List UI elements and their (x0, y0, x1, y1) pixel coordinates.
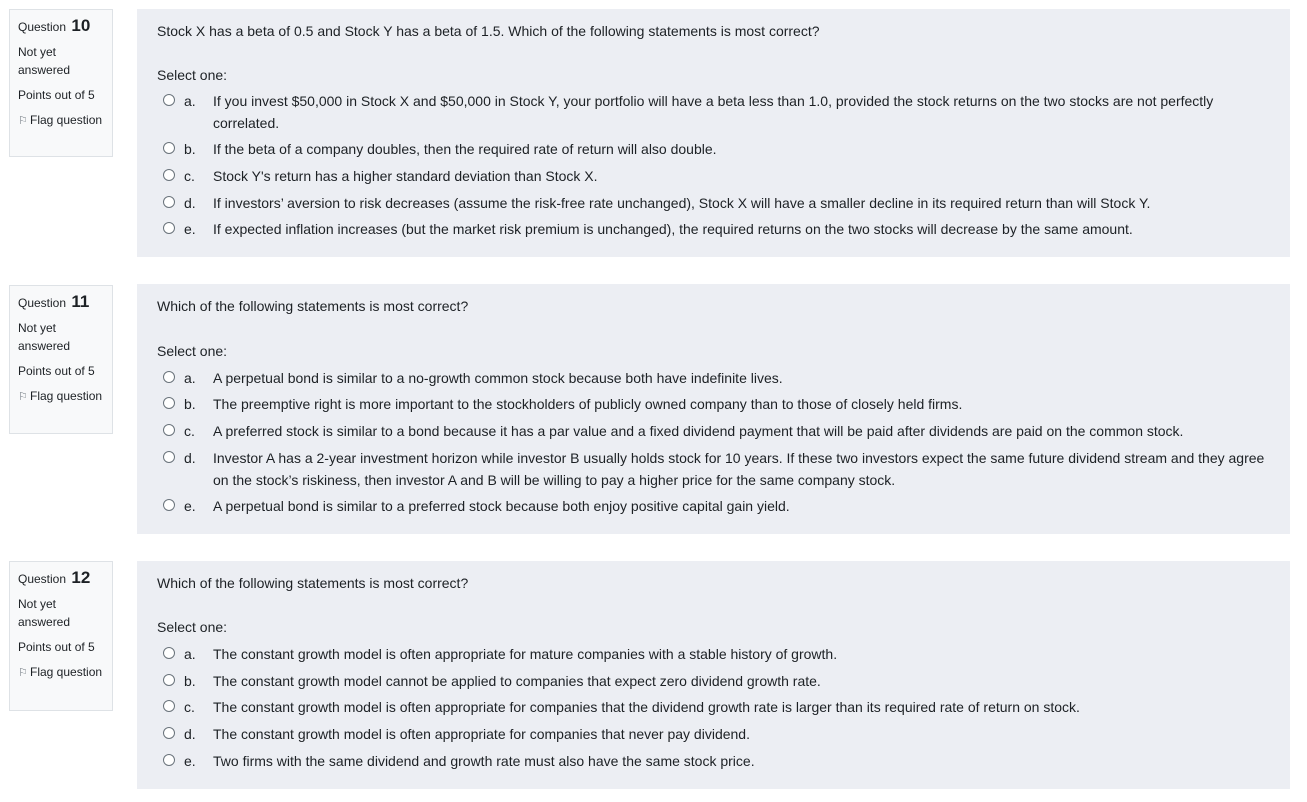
radio-button[interactable] (163, 451, 175, 463)
question-content: Which of the following statements is mos… (137, 284, 1290, 534)
question-text: Which of the following statements is mos… (157, 298, 469, 314)
answer-letter: a. (184, 370, 196, 386)
question-info: Question 12 Not yet answered Points out … (9, 561, 113, 711)
flag-question-button[interactable]: ⚐ Flag question (18, 111, 104, 130)
answer-letter: d. (184, 195, 196, 211)
question-grade: Points out of 5 (18, 364, 95, 378)
answer-letter: a. (184, 93, 196, 109)
radio-button[interactable] (163, 222, 175, 234)
question-info: Question 11 Not yet answered Points out … (9, 285, 113, 434)
answer-text: A perpetual bond is similar to a no-grow… (213, 370, 783, 386)
radio-button[interactable] (163, 371, 175, 383)
answer-text: The constant growth model cannot be appl… (213, 673, 821, 689)
answer-letter: b. (184, 396, 196, 412)
answer-text: Investor A has a 2-year investment horiz… (213, 450, 1265, 488)
question-number: Question 12 (18, 568, 91, 587)
answer-letter: c. (184, 423, 195, 439)
radio-button[interactable] (163, 94, 175, 106)
answer-letter: b. (184, 673, 196, 689)
radio-button[interactable] (163, 700, 175, 712)
answer-text: A preferred stock is similar to a bond b… (213, 423, 1184, 439)
answer-letter: d. (184, 726, 196, 742)
flag-icon: ⚐ (18, 391, 28, 403)
flag-question-button[interactable]: ⚐ Flag question (18, 663, 104, 682)
radio-button[interactable] (163, 499, 175, 511)
question-number: Question 11 (18, 292, 90, 311)
question-state: Not yet answered (18, 597, 71, 629)
radio-button[interactable] (163, 424, 175, 436)
answer-text: If the beta of a company doubles, then t… (213, 141, 717, 157)
select-one-prompt: Select one: (157, 619, 228, 635)
question-state: Not yet answered (18, 45, 71, 77)
radio-button[interactable] (163, 754, 175, 766)
answer-letter: b. (184, 141, 196, 157)
answer-text: If investors’ aversion to risk decreases… (213, 195, 1151, 211)
flag-icon: ⚐ (18, 115, 28, 127)
question-text: Stock X has a beta of 0.5 and Stock Y ha… (157, 23, 820, 39)
select-one-prompt: Select one: (157, 343, 228, 359)
question-state: Not yet answered (18, 321, 71, 353)
radio-button[interactable] (163, 142, 175, 154)
radio-button[interactable] (163, 647, 175, 659)
radio-button[interactable] (163, 674, 175, 686)
radio-button[interactable] (163, 196, 175, 208)
answer-text: If expected inflation increases (but the… (213, 221, 1133, 237)
answer-letter: e. (184, 498, 196, 514)
question-grade: Points out of 5 (18, 88, 95, 102)
question-content: Which of the following statements is mos… (137, 561, 1290, 789)
answer-text: Stock Y's return has a higher standard d… (213, 168, 598, 184)
radio-button[interactable] (163, 727, 175, 739)
answer-text: The constant growth model is often appro… (213, 699, 1080, 715)
answer-letter: e. (184, 221, 196, 237)
answer-letter: c. (184, 699, 195, 715)
answer-letter: e. (184, 753, 196, 769)
radio-button[interactable] (163, 169, 175, 181)
question-info: Question 10 Not yet answered Points out … (9, 9, 113, 157)
answer-letter: a. (184, 646, 196, 662)
answer-text: If you invest $50,000 in Stock X and $50… (213, 93, 1214, 131)
question-number: Question 10 (18, 16, 91, 35)
select-one-prompt: Select one: (157, 67, 228, 83)
answer-text: The constant growth model is often appro… (213, 726, 750, 742)
answer-text: Two firms with the same dividend and gro… (213, 753, 755, 769)
question-grade: Points out of 5 (18, 640, 95, 654)
flag-icon: ⚐ (18, 667, 28, 679)
flag-question-button[interactable]: ⚐ Flag question (18, 387, 104, 406)
question-text: Which of the following statements is mos… (157, 575, 469, 591)
answer-text: The constant growth model is often appro… (213, 646, 838, 662)
answer-text: The preemptive right is more important t… (213, 396, 963, 412)
answer-letter: d. (184, 450, 196, 466)
answer-letter: c. (184, 168, 195, 184)
radio-button[interactable] (163, 397, 175, 409)
question-content: Stock X has a beta of 0.5 and Stock Y ha… (137, 9, 1290, 257)
answer-text: A perpetual bond is similar to a preferr… (213, 498, 790, 514)
